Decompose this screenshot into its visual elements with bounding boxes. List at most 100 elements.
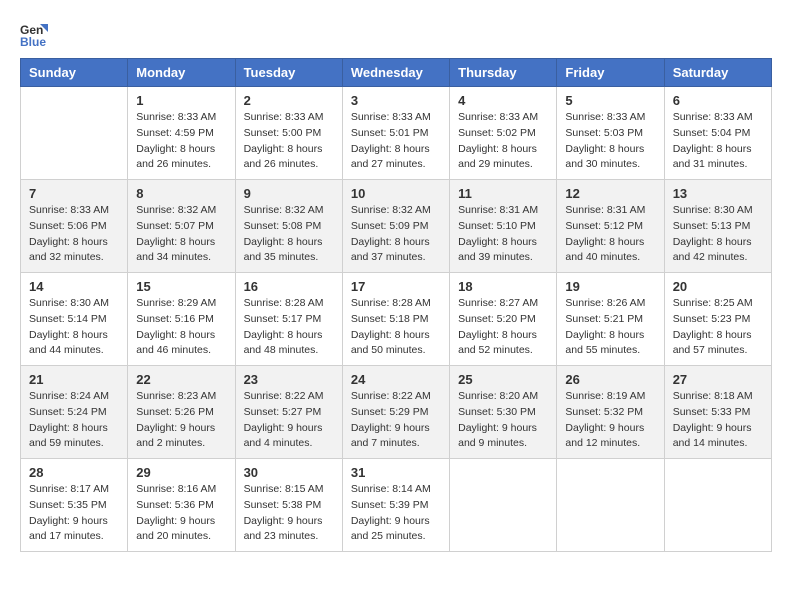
day-number: 17 [351, 279, 441, 294]
day-detail: Sunrise: 8:31 AMSunset: 5:10 PMDaylight:… [458, 204, 538, 263]
day-detail: Sunrise: 8:14 AMSunset: 5:39 PMDaylight:… [351, 483, 431, 542]
day-number: 18 [458, 279, 548, 294]
calendar-week-4: 21 Sunrise: 8:24 AMSunset: 5:24 PMDayligh… [21, 366, 772, 459]
day-detail: Sunrise: 8:18 AMSunset: 5:33 PMDaylight:… [673, 390, 753, 449]
day-detail: Sunrise: 8:15 AMSunset: 5:38 PMDaylight:… [244, 483, 324, 542]
day-detail: Sunrise: 8:25 AMSunset: 5:23 PMDaylight:… [673, 297, 753, 356]
day-detail: Sunrise: 8:33 AMSunset: 5:02 PMDaylight:… [458, 111, 538, 170]
day-detail: Sunrise: 8:27 AMSunset: 5:20 PMDaylight:… [458, 297, 538, 356]
calendar-cell [557, 459, 664, 552]
day-detail: Sunrise: 8:29 AMSunset: 5:16 PMDaylight:… [136, 297, 216, 356]
day-detail: Sunrise: 8:22 AMSunset: 5:29 PMDaylight:… [351, 390, 431, 449]
header-friday: Friday [557, 59, 664, 87]
calendar-cell: 1Sunrise: 8:33 AMSunset: 4:59 PMDaylight… [128, 87, 235, 180]
calendar-week-2: 7 Sunrise: 8:33 AMSunset: 5:06 PMDaylight… [21, 180, 772, 273]
day-detail: Sunrise: 8:24 AMSunset: 5:24 PMDaylight:… [29, 390, 109, 449]
day-number: 20 [673, 279, 763, 294]
day-number: 15 [136, 279, 226, 294]
day-detail: Sunrise: 8:33 AMSunset: 5:01 PMDaylight:… [351, 111, 431, 170]
day-number: 24 [351, 372, 441, 387]
day-number: 30 [244, 465, 334, 480]
day-number: 12 [565, 186, 655, 201]
weekday-header-row: Sunday Monday Tuesday Wednesday Thursday… [21, 59, 772, 87]
day-number: 5 [565, 93, 655, 108]
day-detail: Sunrise: 8:28 AMSunset: 5:18 PMDaylight:… [351, 297, 431, 356]
calendar-cell: 12 Sunrise: 8:31 AMSunset: 5:12 PMDayligh… [557, 180, 664, 273]
calendar-cell: 30 Sunrise: 8:15 AMSunset: 5:38 PMDayligh… [235, 459, 342, 552]
header: Gen Blue [20, 20, 772, 48]
calendar-week-3: 14 Sunrise: 8:30 AMSunset: 5:14 PMDayligh… [21, 273, 772, 366]
calendar-cell: 28 Sunrise: 8:17 AMSunset: 5:35 PMDayligh… [21, 459, 128, 552]
day-detail: Sunrise: 8:33 AMSunset: 5:06 PMDaylight:… [29, 204, 109, 263]
day-detail: Sunrise: 8:22 AMSunset: 5:27 PMDaylight:… [244, 390, 324, 449]
logo: Gen Blue [20, 20, 52, 48]
calendar-cell: 7 Sunrise: 8:33 AMSunset: 5:06 PMDaylight… [21, 180, 128, 273]
day-detail: Sunrise: 8:33 AMSunset: 5:00 PMDaylight:… [244, 111, 324, 170]
calendar-cell: 13 Sunrise: 8:30 AMSunset: 5:13 PMDayligh… [664, 180, 771, 273]
day-detail: Sunrise: 8:33 AMSunset: 5:03 PMDaylight:… [565, 111, 645, 170]
day-number: 14 [29, 279, 119, 294]
calendar-cell: 16Sunrise: 8:28 AMSunset: 5:17 PMDayligh… [235, 273, 342, 366]
day-number: 9 [244, 186, 334, 201]
calendar-week-5: 28 Sunrise: 8:17 AMSunset: 5:35 PMDayligh… [21, 459, 772, 552]
day-number: 27 [673, 372, 763, 387]
calendar-cell: 14 Sunrise: 8:30 AMSunset: 5:14 PMDayligh… [21, 273, 128, 366]
day-number: 16 [244, 279, 334, 294]
calendar-cell: 8Sunrise: 8:32 AMSunset: 5:07 PMDaylight… [128, 180, 235, 273]
calendar-cell: 5 Sunrise: 8:33 AMSunset: 5:03 PMDaylight… [557, 87, 664, 180]
day-detail: Sunrise: 8:32 AMSunset: 5:09 PMDaylight:… [351, 204, 431, 263]
calendar-cell: 27 Sunrise: 8:18 AMSunset: 5:33 PMDayligh… [664, 366, 771, 459]
calendar-cell: 26Sunrise: 8:19 AMSunset: 5:32 PMDayligh… [557, 366, 664, 459]
day-detail: Sunrise: 8:31 AMSunset: 5:12 PMDaylight:… [565, 204, 645, 263]
day-number: 13 [673, 186, 763, 201]
day-detail: Sunrise: 8:20 AMSunset: 5:30 PMDaylight:… [458, 390, 538, 449]
header-monday: Monday [128, 59, 235, 87]
day-detail: Sunrise: 8:19 AMSunset: 5:32 PMDaylight:… [565, 390, 645, 449]
calendar-week-1: 1Sunrise: 8:33 AMSunset: 4:59 PMDaylight… [21, 87, 772, 180]
calendar-cell: 22 Sunrise: 8:23 AMSunset: 5:26 PMDayligh… [128, 366, 235, 459]
day-number: 6 [673, 93, 763, 108]
day-number: 23 [244, 372, 334, 387]
calendar-cell: 2Sunrise: 8:33 AMSunset: 5:00 PMDaylight… [235, 87, 342, 180]
day-detail: Sunrise: 8:30 AMSunset: 5:14 PMDaylight:… [29, 297, 109, 356]
svg-text:Blue: Blue [20, 35, 46, 48]
calendar-cell: 25Sunrise: 8:20 AMSunset: 5:30 PMDayligh… [450, 366, 557, 459]
day-detail: Sunrise: 8:33 AMSunset: 5:04 PMDaylight:… [673, 111, 753, 170]
calendar-cell: 3Sunrise: 8:33 AMSunset: 5:01 PMDaylight… [342, 87, 449, 180]
day-number: 7 [29, 186, 119, 201]
header-thursday: Thursday [450, 59, 557, 87]
calendar-cell: 23 Sunrise: 8:22 AMSunset: 5:27 PMDayligh… [235, 366, 342, 459]
calendar-cell [21, 87, 128, 180]
header-saturday: Saturday [664, 59, 771, 87]
calendar-table: Sunday Monday Tuesday Wednesday Thursday… [20, 58, 772, 552]
day-number: 31 [351, 465, 441, 480]
day-detail: Sunrise: 8:16 AMSunset: 5:36 PMDaylight:… [136, 483, 216, 542]
calendar-cell: 15 Sunrise: 8:29 AMSunset: 5:16 PMDayligh… [128, 273, 235, 366]
calendar-cell: 11 Sunrise: 8:31 AMSunset: 5:10 PMDayligh… [450, 180, 557, 273]
calendar-cell: 21 Sunrise: 8:24 AMSunset: 5:24 PMDayligh… [21, 366, 128, 459]
calendar-cell: 29 Sunrise: 8:16 AMSunset: 5:36 PMDayligh… [128, 459, 235, 552]
calendar-cell: 20 Sunrise: 8:25 AMSunset: 5:23 PMDayligh… [664, 273, 771, 366]
header-sunday: Sunday [21, 59, 128, 87]
header-wednesday: Wednesday [342, 59, 449, 87]
day-number: 22 [136, 372, 226, 387]
header-tuesday: Tuesday [235, 59, 342, 87]
day-number: 29 [136, 465, 226, 480]
day-detail: Sunrise: 8:26 AMSunset: 5:21 PMDaylight:… [565, 297, 645, 356]
day-number: 19 [565, 279, 655, 294]
day-number: 10 [351, 186, 441, 201]
calendar-cell: 18 Sunrise: 8:27 AMSunset: 5:20 PMDayligh… [450, 273, 557, 366]
day-number: 1 [136, 93, 226, 108]
calendar-cell [450, 459, 557, 552]
calendar-cell: 6 Sunrise: 8:33 AMSunset: 5:04 PMDaylight… [664, 87, 771, 180]
day-detail: Sunrise: 8:23 AMSunset: 5:26 PMDaylight:… [136, 390, 216, 449]
calendar-cell: 17 Sunrise: 8:28 AMSunset: 5:18 PMDayligh… [342, 273, 449, 366]
day-number: 8 [136, 186, 226, 201]
day-detail: Sunrise: 8:30 AMSunset: 5:13 PMDaylight:… [673, 204, 753, 263]
calendar-cell: 4Sunrise: 8:33 AMSunset: 5:02 PMDaylight… [450, 87, 557, 180]
day-number: 28 [29, 465, 119, 480]
calendar-cell: 24 Sunrise: 8:22 AMSunset: 5:29 PMDayligh… [342, 366, 449, 459]
day-detail: Sunrise: 8:17 AMSunset: 5:35 PMDaylight:… [29, 483, 109, 542]
day-number: 11 [458, 186, 548, 201]
day-number: 21 [29, 372, 119, 387]
